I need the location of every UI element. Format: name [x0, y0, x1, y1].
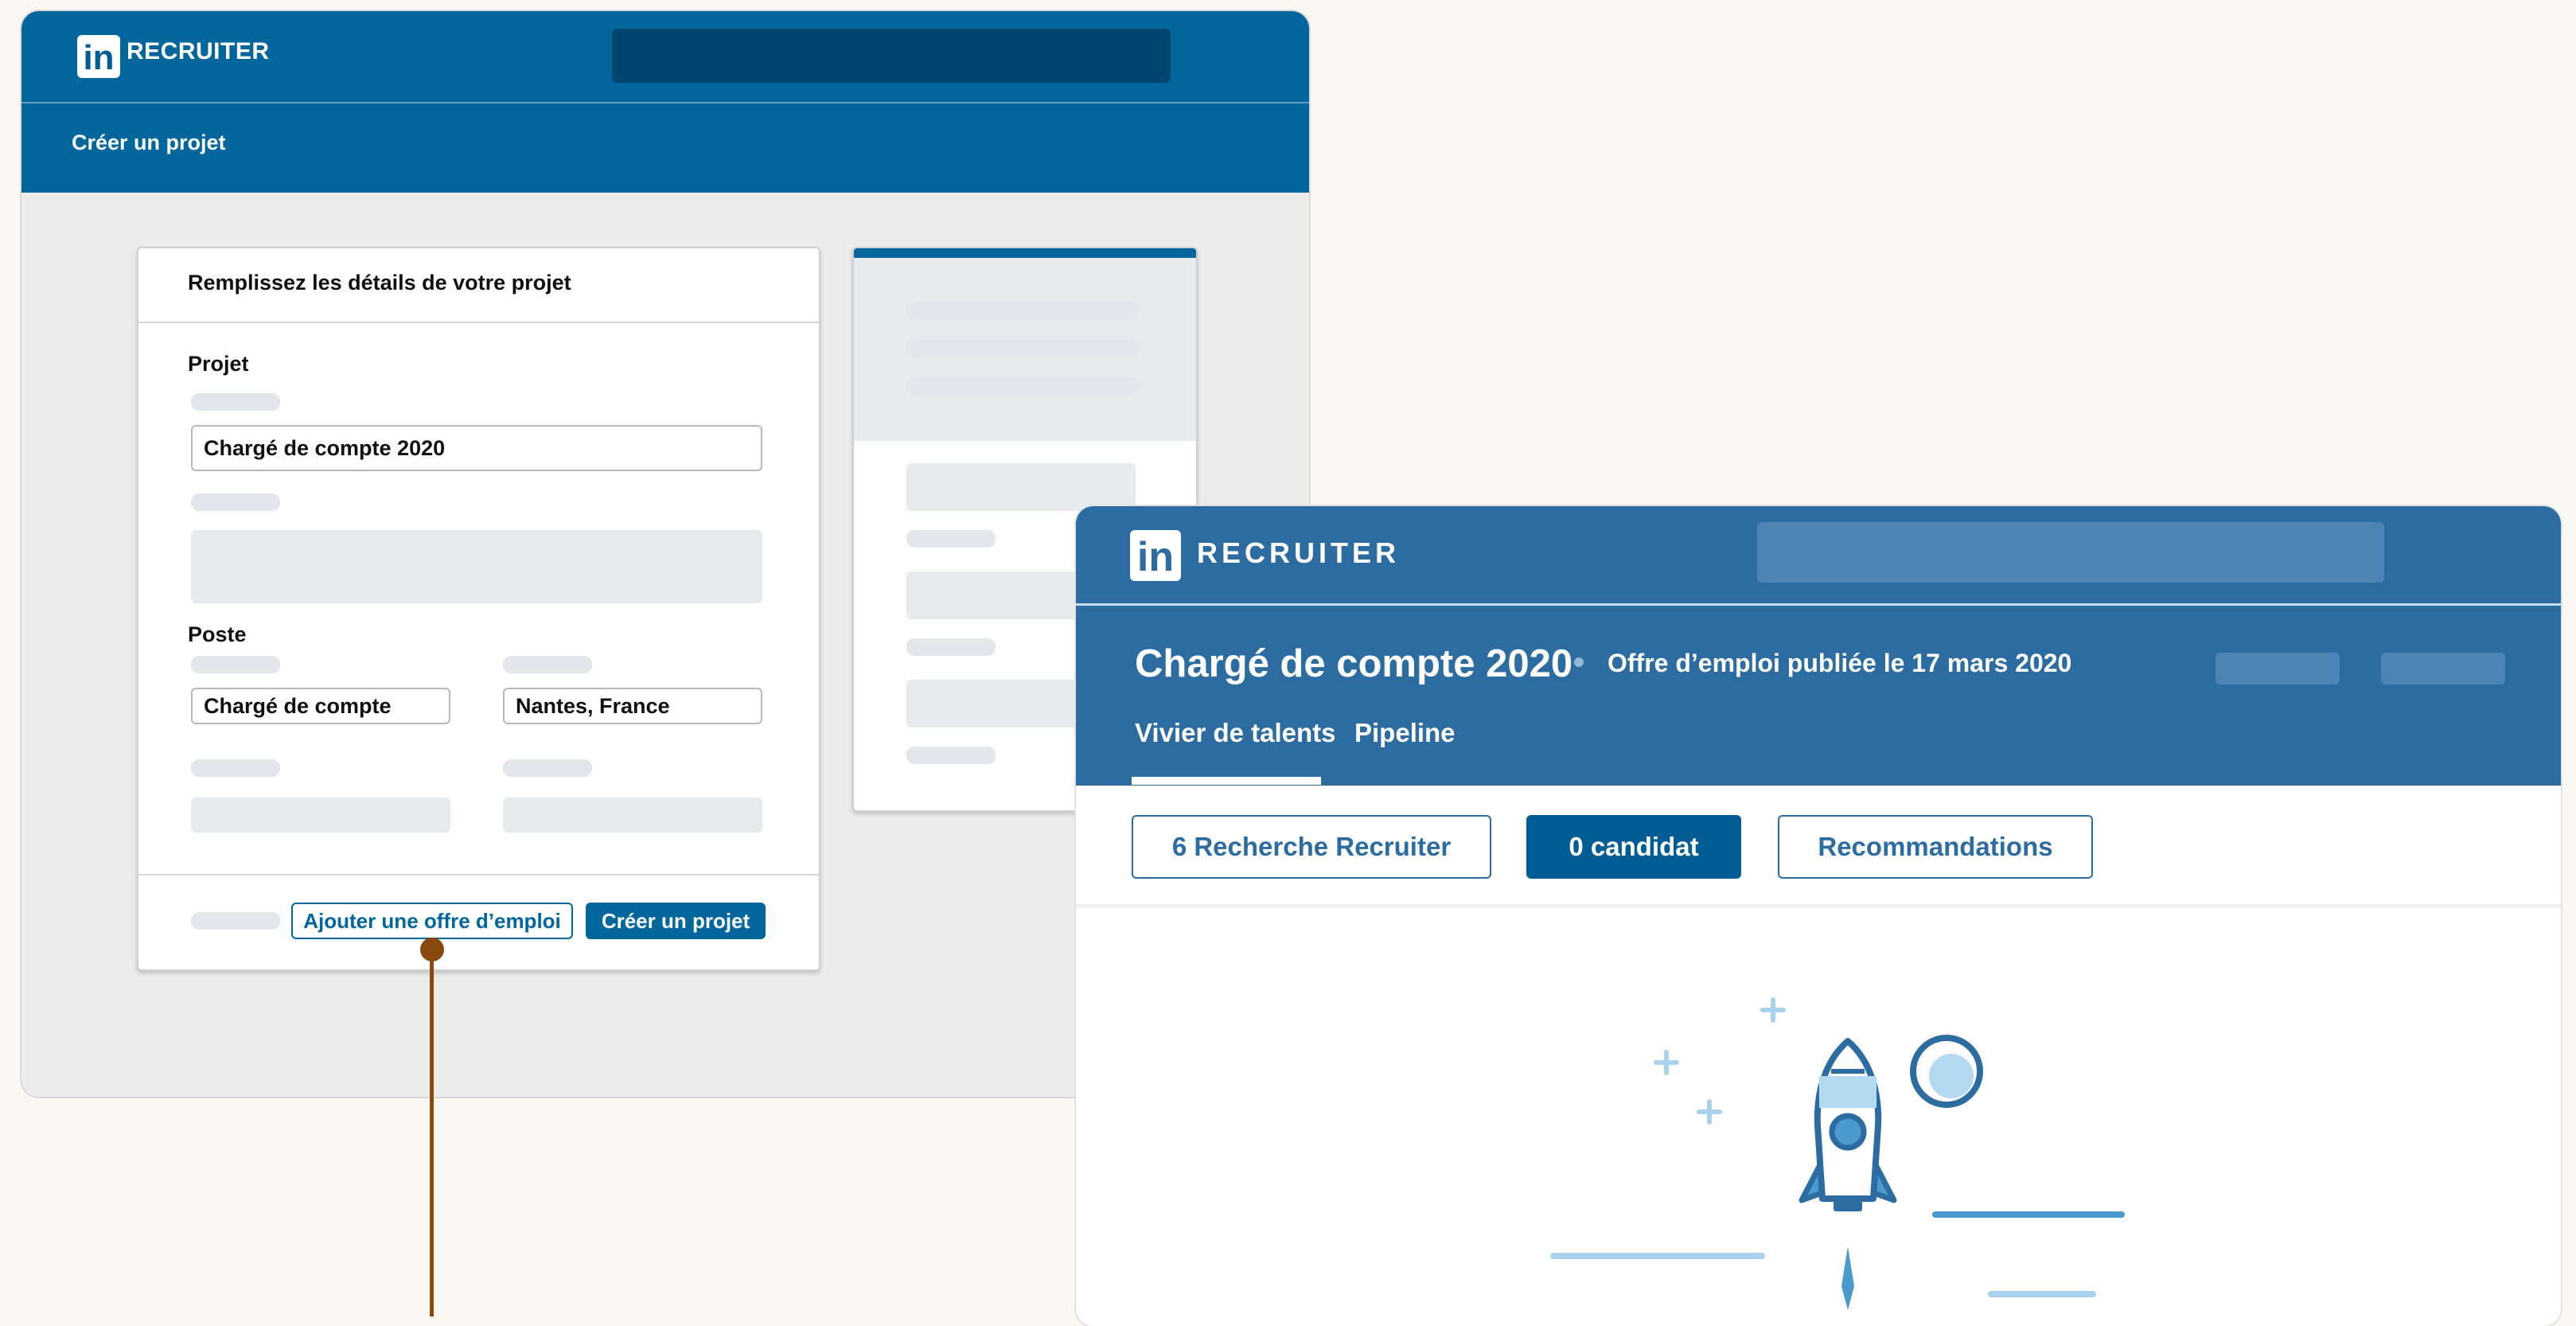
- project-description-field[interactable]: [191, 530, 762, 603]
- placeholder-line: [906, 530, 996, 548]
- divider: [138, 322, 819, 323]
- section-label-position: Poste: [188, 622, 247, 646]
- placeholder-block: [906, 463, 1136, 511]
- placeholder-label: [191, 393, 280, 411]
- separator-dot: [1574, 657, 1584, 667]
- card-accent: [854, 248, 1196, 258]
- section-label-project: Projet: [188, 352, 249, 376]
- project-name-input[interactable]: Chargé de compte 2020: [191, 425, 762, 471]
- ground-lines: [1550, 1211, 2125, 1297]
- placeholder-line: [906, 747, 996, 764]
- placeholder-label: [503, 759, 592, 777]
- placeholder-line: [906, 638, 996, 656]
- placeholder-label: [191, 656, 280, 673]
- search-bar[interactable]: [1757, 522, 2384, 583]
- location-input[interactable]: Nantes, France: [503, 688, 762, 724]
- brand-name: RECRUITER: [1197, 536, 1401, 569]
- position-input[interactable]: Chargé de compte: [191, 688, 450, 724]
- placeholder-label: [503, 656, 592, 673]
- callout-dot: [420, 938, 444, 961]
- header-action-placeholder[interactable]: [2381, 653, 2505, 684]
- placeholder-line: [906, 301, 1139, 320]
- placeholder-line: [906, 339, 1139, 358]
- job-posted-date: Offre d’emploi publiée le 17 mars 2020: [1608, 649, 2072, 677]
- project-details-form: Remplissez les détails de votre projet P…: [137, 247, 820, 971]
- search-bar[interactable]: [612, 29, 1171, 83]
- placeholder-label: [191, 493, 280, 511]
- rocket-launch-illustration: [1550, 997, 2125, 1310]
- placeholder-link: [191, 912, 280, 930]
- sparkle-icon: [1654, 997, 1786, 1125]
- recommendations-button[interactable]: Recommandations: [1778, 815, 2093, 879]
- placeholder-field[interactable]: [503, 798, 762, 833]
- brand-name: RECRUITER: [127, 38, 270, 64]
- project-title: Chargé de compte 2020: [1135, 642, 1573, 685]
- job-project-window: in RECRUITER Chargé de compte 2020 Offre…: [1076, 506, 2561, 1326]
- tab-talent-pool[interactable]: Vivier de talents: [1135, 718, 1336, 748]
- form-title: Remplissez les détails de votre projet: [188, 271, 571, 294]
- add-job-posting-button[interactable]: Ajouter une offre d’emploi: [291, 903, 573, 939]
- toolbar-divider: [1076, 904, 2561, 911]
- active-tab-indicator: [1132, 777, 1321, 785]
- placeholder-field[interactable]: [191, 798, 450, 833]
- header-action-placeholder[interactable]: [2216, 653, 2340, 684]
- placeholder-line: [906, 377, 1139, 396]
- recruiter-search-button[interactable]: 6 Recherche Recruiter: [1132, 815, 1491, 879]
- tab-pipeline[interactable]: Pipeline: [1354, 718, 1456, 748]
- callout-line: [430, 950, 434, 1316]
- linkedin-logo-icon[interactable]: in: [77, 35, 120, 78]
- project-header: [1076, 606, 2561, 786]
- page-title: Créer un projet: [72, 131, 226, 154]
- candidates-button[interactable]: 0 candidat: [1526, 815, 1741, 879]
- rocket-icon: [1799, 1038, 1897, 1310]
- create-project-button[interactable]: Créer un projet: [586, 903, 766, 939]
- placeholder-label: [191, 759, 280, 777]
- divider: [138, 874, 819, 876]
- moon-icon: [1910, 1035, 1983, 1108]
- linkedin-logo-icon[interactable]: in: [1130, 530, 1181, 581]
